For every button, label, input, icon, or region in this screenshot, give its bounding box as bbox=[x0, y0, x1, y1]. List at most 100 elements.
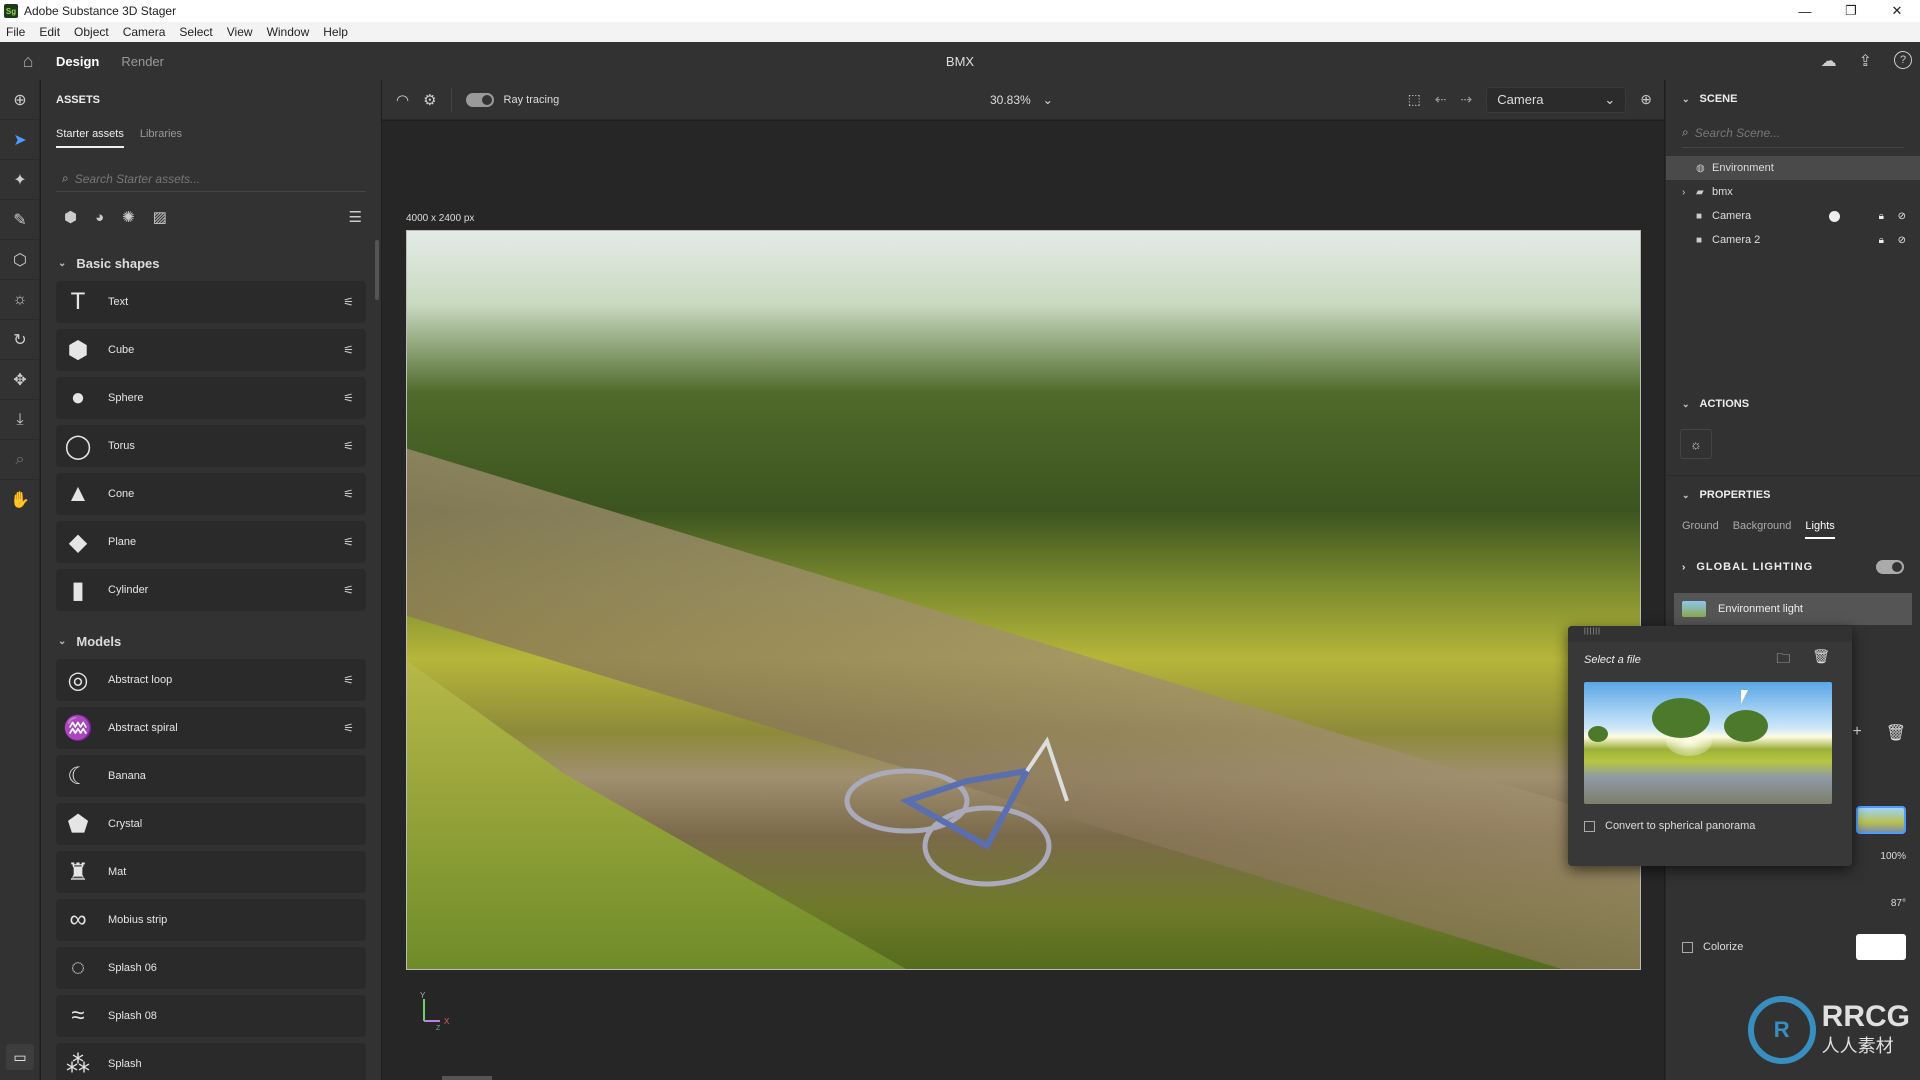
menu-file[interactable]: File bbox=[6, 25, 25, 39]
asset-item-sphere[interactable]: ● Sphere ⚟ bbox=[56, 377, 366, 419]
trash-icon[interactable]: 🗑︎ bbox=[1886, 723, 1906, 743]
zoom-dropdown[interactable]: 30.83% ⌄ bbox=[990, 93, 1053, 107]
camera-next-icon[interactable]: ⇢ bbox=[1461, 91, 1473, 108]
home-button[interactable]: ⌂ bbox=[0, 51, 56, 72]
select-tool[interactable]: ➤ bbox=[0, 120, 40, 160]
asset-item-cone[interactable]: ▲ Cone ⚟ bbox=[56, 473, 366, 515]
camera-prev-icon[interactable]: ⇠ bbox=[1435, 91, 1447, 108]
sliders-icon[interactable]: ⚟ bbox=[343, 583, 354, 597]
sliders-icon[interactable]: ⚟ bbox=[343, 343, 354, 357]
move-tool[interactable]: ✥ bbox=[0, 360, 40, 400]
scene-item-camera[interactable]: ■ Camera 🔒︎ ⊘ bbox=[1666, 204, 1920, 228]
close-button[interactable]: ✕ bbox=[1874, 0, 1920, 22]
menu-object[interactable]: Object bbox=[74, 25, 109, 39]
global-lighting-toggle[interactable] bbox=[1876, 560, 1904, 574]
asset-item-abstract-loop[interactable]: ◎ Abstract loop ⚟ bbox=[56, 659, 366, 701]
chevron-right-icon[interactable]: › bbox=[1682, 187, 1696, 198]
magic-wand-tool[interactable]: ✦ bbox=[0, 160, 40, 200]
scene-search-input[interactable]: ⌕ Search Scene... bbox=[1682, 118, 1904, 148]
properties-header[interactable]: ⌄ PROPERTIES bbox=[1666, 476, 1920, 514]
checkbox[interactable] bbox=[1682, 941, 1693, 953]
rotation-value[interactable]: 87° bbox=[1891, 898, 1906, 909]
sun-action-button[interactable]: ☼ bbox=[1680, 429, 1712, 459]
active-camera-indicator[interactable] bbox=[1829, 210, 1840, 222]
hidden-eye-icon[interactable]: ⊘ bbox=[1898, 211, 1906, 222]
camera-select[interactable]: Camera ⌄ bbox=[1486, 86, 1627, 113]
environment-light-row[interactable]: Environment light bbox=[1674, 593, 1912, 625]
menu-view[interactable]: View bbox=[227, 25, 253, 39]
asset-item-abstract-spiral[interactable]: ♒ Abstract spiral ⚟ bbox=[56, 707, 366, 749]
panel-toggle-button[interactable]: ▭ bbox=[6, 1044, 34, 1070]
maximize-button[interactable]: ❐ bbox=[1828, 0, 1874, 22]
share-icon[interactable]: ⇪ bbox=[1859, 51, 1872, 71]
assets-scrollbar[interactable] bbox=[375, 240, 379, 300]
scene-item-environment[interactable]: ◍ Environment bbox=[1666, 156, 1920, 180]
sliders-icon[interactable]: ⚟ bbox=[343, 487, 354, 501]
cube-tool[interactable]: ⬡ bbox=[0, 240, 40, 280]
sliders-icon[interactable]: ⚟ bbox=[343, 391, 354, 405]
render-settings-icon[interactable]: ⚙ bbox=[423, 91, 436, 109]
tab-render[interactable]: Render bbox=[121, 54, 164, 69]
asset-item-banana[interactable]: ☾ Banana bbox=[56, 755, 366, 797]
help-icon[interactable]: ? bbox=[1894, 51, 1912, 69]
asset-item-splash-08[interactable]: ≈ Splash 08 bbox=[56, 995, 366, 1037]
menu-select[interactable]: Select bbox=[179, 25, 212, 39]
colorize-checkbox[interactable]: Colorize bbox=[1682, 941, 1743, 953]
lock-icon[interactable]: 🔒︎ bbox=[1879, 235, 1884, 246]
minimize-button[interactable]: — bbox=[1782, 0, 1828, 22]
asset-item-splash-06[interactable]: ◌ Splash 06 bbox=[56, 947, 366, 989]
sliders-icon[interactable]: ⚟ bbox=[343, 295, 354, 309]
environment-map-thumbnail[interactable] bbox=[1856, 806, 1906, 834]
sliders-icon[interactable]: ⚟ bbox=[343, 673, 354, 687]
lights-filter-icon[interactable]: ✺ bbox=[122, 208, 135, 226]
performance-gauge-icon[interactable]: ◠ bbox=[396, 91, 409, 109]
assets-search-input[interactable]: ⌕ Search Starter assets... bbox=[56, 166, 366, 192]
images-filter-icon[interactable]: ▨ bbox=[153, 208, 167, 226]
asset-item-splash[interactable]: ⁂ Splash bbox=[56, 1043, 366, 1080]
canvas-scrollbar[interactable] bbox=[442, 1076, 492, 1080]
section-models[interactable]: ⌄ Models bbox=[56, 625, 374, 657]
asset-item-mobius-strip[interactable]: ∞ Mobius strip bbox=[56, 899, 366, 941]
asset-item-cylinder[interactable]: ▮ Cylinder ⚟ bbox=[56, 569, 366, 611]
add-camera-icon[interactable]: ⊕ bbox=[1640, 91, 1652, 108]
sliders-icon[interactable]: ⚟ bbox=[343, 535, 354, 549]
asset-item-cube[interactable]: ⬢ Cube ⚟ bbox=[56, 329, 366, 371]
actions-header[interactable]: ⌄ ACTIONS bbox=[1666, 385, 1920, 423]
convert-spherical-checkbox[interactable]: Convert to spherical panorama bbox=[1584, 820, 1852, 832]
hidden-eye-icon[interactable]: ⊘ bbox=[1898, 235, 1906, 246]
viewport-canvas[interactable]: 4000 x 2400 px Y X Z bbox=[382, 121, 1664, 1080]
intensity-value[interactable]: 100% bbox=[1880, 851, 1906, 862]
tab-lights[interactable]: Lights bbox=[1805, 520, 1835, 539]
panorama-preview[interactable] bbox=[1584, 682, 1832, 804]
asset-item-crystal[interactable]: ⬟ Crystal bbox=[56, 803, 366, 845]
tab-starter-assets[interactable]: Starter assets bbox=[56, 128, 124, 148]
section-basic-shapes[interactable]: ⌄ Basic shapes bbox=[56, 247, 374, 279]
bmx-bike-model[interactable] bbox=[837, 731, 1117, 891]
scene-header[interactable]: ⌄ SCENE bbox=[1666, 80, 1920, 118]
sliders-icon[interactable]: ⚟ bbox=[343, 721, 354, 735]
asset-item-plane[interactable]: ◆ Plane ⚟ bbox=[56, 521, 366, 563]
scene-item-camera-2[interactable]: ■ Camera 2 🔒︎ ⊘ bbox=[1666, 228, 1920, 252]
tab-design[interactable]: Design bbox=[56, 54, 99, 69]
tab-ground[interactable]: Ground bbox=[1682, 520, 1719, 539]
ray-tracing-toggle[interactable] bbox=[465, 92, 494, 107]
light-tool[interactable]: ☼ bbox=[0, 280, 40, 320]
sliders-icon[interactable]: ⚟ bbox=[343, 439, 354, 453]
list-view-icon[interactable]: ☰ bbox=[349, 208, 362, 226]
add-tool[interactable]: ⊕ bbox=[0, 80, 40, 120]
drag-handle[interactable]: |||||| bbox=[1568, 626, 1852, 642]
folder-open-icon[interactable]: 🗀 bbox=[1776, 648, 1790, 672]
eyedropper-tool[interactable]: ✎ bbox=[0, 200, 40, 240]
tab-background[interactable]: Background bbox=[1733, 520, 1792, 539]
asset-item-mat[interactable]: ♜ Mat bbox=[56, 851, 366, 893]
trash-icon[interactable]: 🗑︎ bbox=[1812, 648, 1830, 672]
models-filter-icon[interactable]: ⬢ bbox=[64, 208, 77, 226]
checkbox[interactable] bbox=[1584, 820, 1595, 832]
asset-item-text[interactable]: T Text ⚟ bbox=[56, 281, 366, 323]
orbit-tool[interactable]: ↻ bbox=[0, 320, 40, 360]
lock-icon[interactable]: 🔒︎ bbox=[1879, 211, 1884, 222]
scene-item-bmx[interactable]: › ▰ bmx bbox=[1666, 180, 1920, 204]
menu-help[interactable]: Help bbox=[323, 25, 348, 39]
drop-tool[interactable]: ⤓ bbox=[0, 400, 40, 440]
hand-tool[interactable]: ✋ bbox=[0, 480, 40, 520]
